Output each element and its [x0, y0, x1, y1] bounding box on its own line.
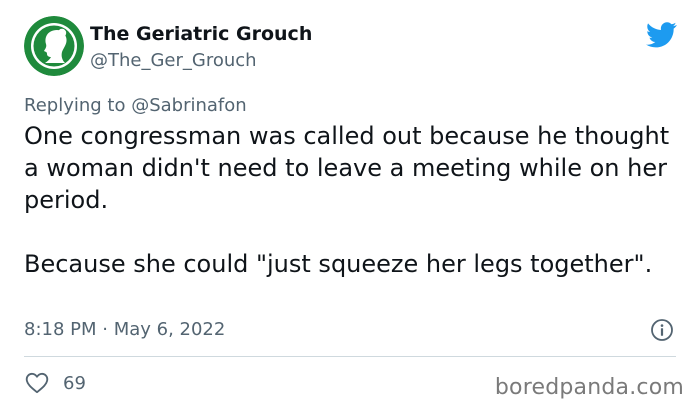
- author-block: The Geriatric Grouch @The_Ger_Grouch: [90, 22, 312, 73]
- reply-mention-link[interactable]: @Sabrinafon: [131, 95, 246, 116]
- avatar[interactable]: [24, 16, 84, 76]
- display-name[interactable]: The Geriatric Grouch: [90, 22, 312, 46]
- reply-context: Replying to @Sabrinafon: [24, 94, 247, 118]
- heart-icon: [25, 372, 49, 394]
- avatar-image: [24, 16, 84, 76]
- tweet-card: The Geriatric Grouch @The_Ger_Grouch Rep…: [0, 0, 700, 410]
- info-icon[interactable]: [650, 318, 674, 342]
- user-handle[interactable]: @The_Ger_Grouch: [90, 49, 312, 73]
- tweet-timestamp[interactable]: 8:18 PM · May 6, 2022: [24, 318, 225, 342]
- like-button[interactable]: 69: [24, 370, 86, 396]
- tweet-text: One congressman was called out because h…: [24, 122, 670, 278]
- watermark: boredpanda.com: [494, 375, 684, 400]
- divider: [24, 356, 676, 357]
- twitter-bird-icon[interactable]: [646, 22, 677, 48]
- reply-prefix: Replying to: [24, 95, 132, 116]
- like-count: 69: [63, 372, 86, 394]
